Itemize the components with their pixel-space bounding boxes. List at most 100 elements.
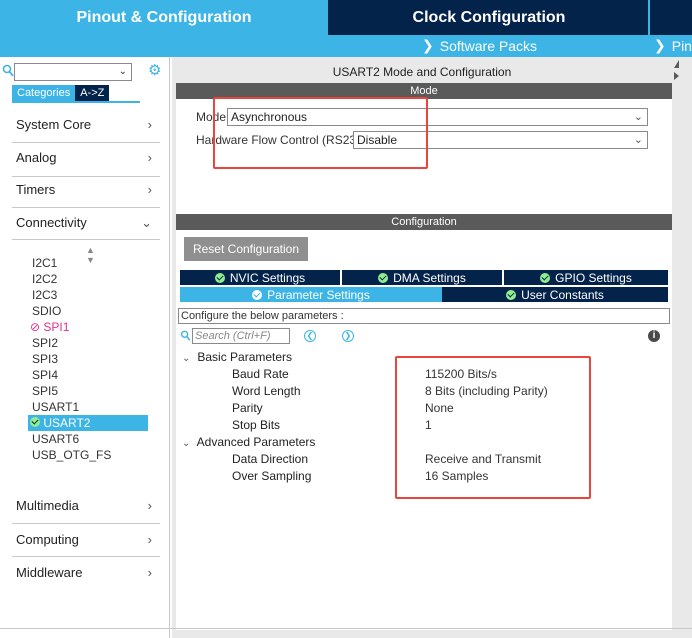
chevron-right-icon: ›	[147, 565, 152, 580]
peripheral-usart1[interactable]: USART1	[32, 399, 79, 415]
tab-label: GPIO Settings	[555, 270, 632, 285]
tab-a-to-z[interactable]: A->Z	[75, 85, 110, 101]
tab-label: NVIC Settings	[229, 270, 306, 285]
peripheral-spi2[interactable]: SPI2	[32, 335, 58, 351]
category-label: Computing	[16, 532, 79, 547]
chevron-down-icon: ⌄	[182, 353, 191, 364]
peripheral-usart6[interactable]: USART6	[32, 431, 79, 447]
category-timers[interactable]: Timers ›	[12, 179, 160, 201]
category-computing[interactable]: Computing ›	[12, 529, 160, 551]
tab-gpio-settings[interactable]: GPIO Settings	[504, 270, 668, 285]
chevron-down-icon: ⌄	[633, 134, 643, 146]
divider	[12, 523, 160, 524]
check-icon	[378, 272, 389, 283]
search-icon	[2, 64, 14, 77]
divider	[12, 142, 160, 143]
group-label: Basic Parameters	[197, 350, 293, 364]
tab-label: User Constants	[521, 287, 604, 302]
category-label: Connectivity	[16, 215, 87, 230]
peripheral-spi5[interactable]: SPI5	[32, 383, 58, 399]
param-name-data-direction: Data Direction	[232, 452, 309, 466]
configuration-section-header: Configuration	[176, 214, 672, 230]
chevron-right-icon: ›	[147, 117, 152, 132]
basic-parameters-group[interactable]: ⌄ Basic Parameters	[182, 349, 292, 365]
category-label: Timers	[16, 182, 56, 197]
category-connectivity[interactable]: Connectivity ⌄	[12, 212, 160, 234]
peripheral-i2c1[interactable]: I2C1	[32, 255, 57, 271]
divider	[12, 556, 160, 557]
info-icon[interactable]: i	[648, 330, 660, 342]
chevron-right-icon: ›	[147, 498, 152, 513]
peripheral-i2c3[interactable]: I2C3	[32, 287, 57, 303]
configuration-section: Reset Configuration NVIC Settings DMA Se…	[176, 230, 672, 630]
chevron-right-icon: ›	[147, 150, 152, 165]
tab-clock-configuration[interactable]: Clock Configuration	[330, 0, 648, 35]
category-label: Analog	[16, 150, 57, 165]
collapse-arrow-icon[interactable]	[674, 60, 679, 68]
top-tab-bar: Pinout & Configuration Clock Configurati…	[0, 0, 692, 35]
advanced-parameters-group[interactable]: ⌄ Advanced Parameters	[182, 434, 315, 450]
category-middleware[interactable]: Middleware ›	[12, 562, 160, 584]
sort-icon[interactable]: ▲ ▼	[86, 245, 95, 265]
tab-separator	[648, 0, 650, 35]
peripheral-i2c2[interactable]: I2C2	[32, 271, 57, 287]
check-icon	[506, 289, 517, 300]
tab-categories[interactable]: Categories	[12, 85, 76, 101]
divider	[12, 239, 160, 240]
peripheral-sdio[interactable]: SDIO	[32, 303, 61, 319]
category-analog[interactable]: Analog ›	[12, 147, 160, 169]
peripheral-spi3[interactable]: SPI3	[32, 351, 58, 367]
expand-arrow-icon[interactable]	[674, 72, 679, 80]
divider	[12, 207, 160, 208]
chevron-down-icon[interactable]: ⌄	[119, 66, 127, 77]
blocked-icon: ⊘	[30, 320, 41, 334]
category-multimedia[interactable]: Multimedia ›	[12, 495, 160, 517]
highlight-box	[395, 356, 591, 499]
group-label: Advanced Parameters	[196, 435, 316, 449]
category-label: System Core	[16, 117, 92, 132]
tab-label: Parameter Settings	[267, 287, 370, 302]
gear-icon[interactable]: ⚙	[148, 63, 162, 79]
param-name-word-length: Word Length	[232, 384, 301, 398]
bottom-divider	[0, 628, 692, 629]
tab-nvic-settings[interactable]: NVIC Settings	[180, 270, 340, 285]
previous-match-icon[interactable]: ❮	[304, 330, 316, 342]
sub-menu-bar: ❯ Software Packs ❯ Pinout	[0, 35, 692, 57]
category-search-input[interactable]: ⌄	[14, 63, 132, 81]
chevron-right-icon: ›	[147, 182, 152, 197]
chevron-down-icon: ⌄	[141, 215, 152, 230]
divider	[12, 176, 160, 177]
tab-pinout-configuration[interactable]: Pinout & Configuration	[0, 0, 328, 35]
pinout-menu[interactable]: ❯ Pinout	[654, 37, 692, 54]
tab-user-constants[interactable]: User Constants	[442, 287, 668, 302]
chevron-right-icon: ›	[147, 532, 152, 547]
param-name-stop-bits: Stop Bits	[232, 418, 281, 432]
param-name-over-sampling: Over Sampling	[232, 469, 312, 483]
peripheral-usart2[interactable]: USART2	[28, 415, 148, 431]
param-name-baud-rate: Baud Rate	[232, 367, 289, 381]
param-name-parity: Parity	[232, 401, 263, 415]
categories-pane: ⌄ ⚙ Categories A->Z System Core › Analog…	[0, 57, 170, 638]
software-packs-menu[interactable]: ❯ Software Packs	[422, 37, 537, 54]
tab-dma-settings[interactable]: DMA Settings	[342, 270, 502, 285]
peripheral-spi1[interactable]: ⊘ SPI1	[30, 319, 69, 335]
category-system-core[interactable]: System Core ›	[12, 114, 160, 136]
next-match-icon[interactable]: ❯	[342, 330, 354, 342]
peripheral-usb-otg-fs[interactable]: USB_OTG_FS	[32, 447, 111, 463]
search-icon	[180, 330, 191, 345]
chevron-down-icon: ⌄	[633, 111, 643, 123]
category-label: Middleware	[16, 565, 83, 580]
parameter-search-input[interactable]: Search (Ctrl+F)	[192, 328, 290, 344]
reset-configuration-button[interactable]: Reset Configuration	[184, 237, 308, 261]
category-label: Multimedia	[16, 498, 79, 513]
tab-label: DMA Settings	[393, 270, 466, 285]
peripheral-label: SPI1	[43, 320, 70, 334]
peripheral-label: USART2	[43, 416, 91, 430]
chevron-down-icon: ❯	[422, 37, 434, 53]
peripheral-spi4[interactable]: SPI4	[32, 367, 58, 383]
tab-parameter-settings[interactable]: Parameter Settings	[180, 287, 442, 302]
right-collapse-strip[interactable]	[672, 57, 692, 638]
chevron-down-icon: ❯	[654, 37, 666, 53]
pinout-menu-label: Pinout	[671, 37, 692, 54]
chevron-down-icon: ⌄	[182, 438, 191, 449]
